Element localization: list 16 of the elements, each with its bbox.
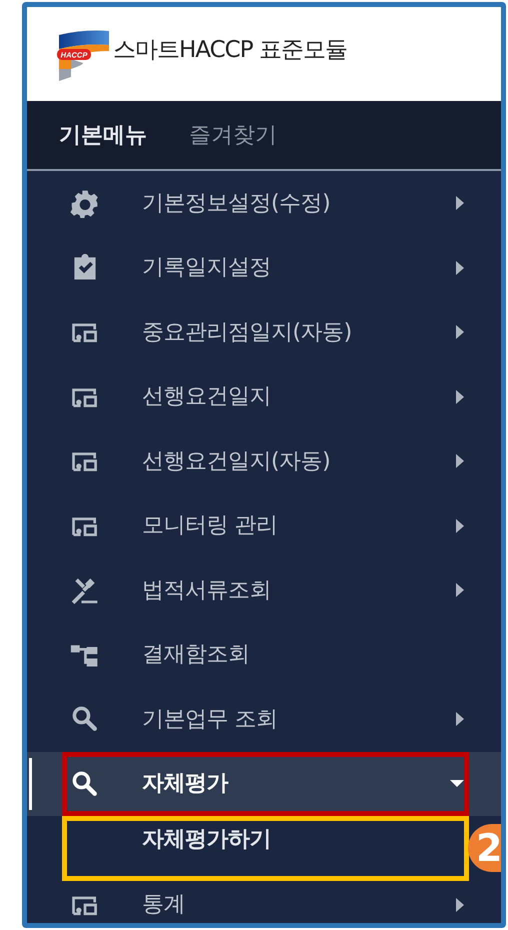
menu-item[interactable]: 선행요건일지(자동) <box>142 444 330 478</box>
menu-item[interactable]: 선행요건일지 <box>142 380 271 414</box>
menu-tab[interactable]: 즐겨찾기 <box>189 118 277 152</box>
menu-item[interactable]: 모니터링 관리 <box>142 509 278 542</box>
menu-item[interactable]: 통계 <box>142 888 185 921</box>
menu-item[interactable]: 기본정보설정(수정) <box>142 186 330 220</box>
menu-item[interactable]: 기록일지설정 <box>142 251 271 284</box>
menu-item[interactable]: 법적서류조회 <box>142 574 271 607</box>
app-title: 스마트HACCP 표준모듈 <box>113 36 347 65</box>
menu-tab[interactable]: 기본메뉴 <box>59 118 147 152</box>
menu-item[interactable]: 기본업무 조회 <box>142 702 278 736</box>
menu-item[interactable]: 중요관리점일지(자동) <box>142 316 352 349</box>
menu-item[interactable]: 자체평가 <box>142 767 228 800</box>
submenu-item[interactable]: 자체평가하기 <box>142 823 271 856</box>
step-badge: 2 <box>468 824 501 872</box>
menu-item[interactable]: 결재함조회 <box>142 638 250 672</box>
